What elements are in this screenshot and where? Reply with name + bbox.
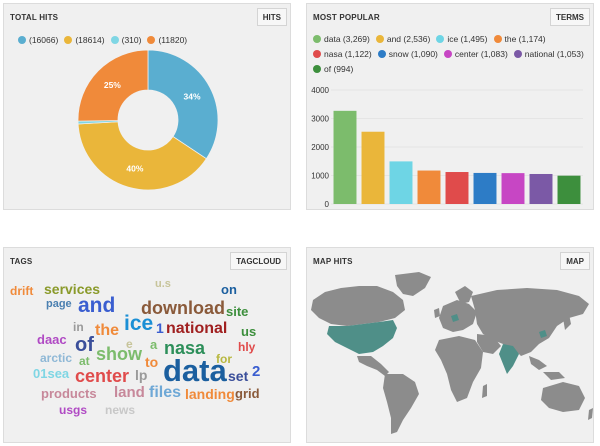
tag-word[interactable]: u.s xyxy=(155,279,171,290)
bar[interactable] xyxy=(529,173,553,204)
tag-word[interactable]: daac xyxy=(37,333,67,346)
tag-word[interactable]: 01sea xyxy=(33,367,69,380)
tag-word[interactable]: page xyxy=(46,299,72,310)
world-land xyxy=(311,272,593,434)
australia-shape xyxy=(541,382,585,412)
tag-word[interactable]: hly xyxy=(238,341,255,353)
bar[interactable] xyxy=(417,170,441,204)
tag-word[interactable]: show xyxy=(96,345,142,363)
tag-word[interactable]: landing xyxy=(185,387,235,401)
tag-word[interactable]: arctic xyxy=(40,352,72,364)
tag-word[interactable]: lp xyxy=(135,368,147,382)
tag-word[interactable]: set xyxy=(228,369,248,383)
total-hits-panel: TOTAL HITS HITS (16066) (18614) (310) (1182… xyxy=(3,3,291,210)
donut-slice-label: 34% xyxy=(184,91,201,101)
tag-word[interactable]: drift xyxy=(10,285,33,297)
bar-chart: 0 1000 2000 3000 4000 xyxy=(311,86,583,209)
central-america-shape xyxy=(357,356,389,376)
tag-word[interactable]: site xyxy=(226,305,248,318)
tag-cloud: drift services u.s on page and ice download site… xyxy=(4,268,290,442)
south-america-shape xyxy=(383,374,419,434)
tag-word[interactable]: center xyxy=(75,367,129,385)
tag-word[interactable]: grid xyxy=(235,387,260,400)
bar[interactable] xyxy=(557,175,581,204)
tag-word[interactable]: usgs xyxy=(59,404,87,416)
tag-word[interactable]: a xyxy=(150,338,157,351)
uk-shape xyxy=(434,308,440,318)
y-tick-label: 0 xyxy=(325,200,330,209)
tag-word[interactable]: us xyxy=(241,325,256,338)
world-map[interactable] xyxy=(307,248,594,443)
y-tick-label: 1000 xyxy=(311,172,329,181)
bar[interactable] xyxy=(389,161,413,204)
bar[interactable] xyxy=(445,172,469,204)
donut-chart: 34% 40% 25% xyxy=(77,49,219,191)
tag-word[interactable]: for xyxy=(216,353,232,365)
usa-highlight[interactable] xyxy=(327,320,397,354)
bar[interactable] xyxy=(333,110,357,204)
tag-word[interactable]: 1 xyxy=(156,321,164,335)
y-tick-label: 3000 xyxy=(311,115,329,124)
greenland-shape xyxy=(395,272,431,296)
tag-word[interactable]: the xyxy=(95,323,119,339)
bar[interactable] xyxy=(361,131,385,204)
y-tick-label: 4000 xyxy=(311,86,329,95)
most-popular-panel: MOST POPULAR TERMS data (3,269) and (2,53… xyxy=(306,3,594,210)
tag-word[interactable]: 2 xyxy=(252,364,260,379)
donut-slice-label: 40% xyxy=(126,163,143,173)
se-asia-shape xyxy=(529,356,565,380)
tags-title: TAGS xyxy=(10,257,33,266)
tag-word[interactable]: national xyxy=(166,321,227,337)
tag-word[interactable]: of xyxy=(75,335,94,355)
tag-word[interactable]: news xyxy=(105,404,135,416)
bar[interactable] xyxy=(473,172,497,204)
europe-shape xyxy=(439,300,477,332)
y-tick-label: 2000 xyxy=(311,143,329,152)
donut-slice-label: 25% xyxy=(104,80,121,90)
tag-word[interactable]: download xyxy=(141,299,225,317)
tags-panel: TAGS TAGCLOUD drift services u.s on page and i… xyxy=(3,247,291,443)
new-zealand-shape xyxy=(588,408,593,420)
tag-word[interactable]: land xyxy=(114,385,145,400)
africa-shape xyxy=(435,336,483,402)
map-hits-panel: MAP HITS MAP xyxy=(306,247,594,443)
tag-word[interactable]: products xyxy=(41,387,97,400)
canada-shape xyxy=(311,286,405,326)
tag-word[interactable]: and xyxy=(78,295,115,316)
tag-word[interactable]: files xyxy=(149,385,181,401)
tag-word[interactable]: on xyxy=(221,283,237,296)
tag-word[interactable]: in xyxy=(73,321,84,333)
bar[interactable] xyxy=(501,173,525,204)
madagascar-shape xyxy=(482,384,487,398)
donut-slice[interactable] xyxy=(147,49,219,160)
